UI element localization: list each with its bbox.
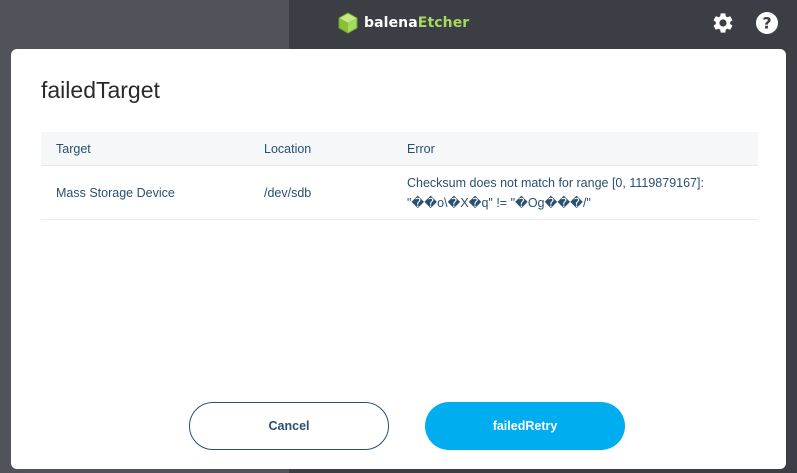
cell-target: Mass Storage Device	[56, 185, 175, 200]
column-header-error: Error	[407, 141, 435, 156]
column-header-target: Target	[56, 141, 91, 156]
table-row: Mass Storage Device /dev/sdb Checksum do…	[41, 165, 758, 220]
cell-location: /dev/sdb	[264, 185, 312, 200]
column-header-location: Location	[264, 141, 312, 156]
cell-error: Checksum does not match for range [0, 11…	[392, 173, 758, 213]
modal-title: failedTarget	[41, 77, 160, 103]
error-line-2: "��o\�X�q" != "�Og���/"	[407, 195, 591, 210]
failed-targets-table: Target Location Error Mass Storage Devic…	[41, 132, 758, 220]
failed-target-modal: failedTarget Target Location Error Mass …	[11, 49, 786, 469]
table-header-row: Target Location Error	[41, 132, 758, 165]
help-button[interactable]: ?	[755, 11, 779, 35]
settings-button[interactable]	[711, 11, 735, 35]
help-icon: ?	[756, 12, 778, 34]
retry-button[interactable]: failedRetry	[425, 402, 625, 450]
error-line-1: Checksum does not match for range [0, 11…	[407, 175, 704, 190]
app-brand-name: balenaEtcher	[364, 15, 470, 31]
cancel-button[interactable]: Cancel	[189, 402, 389, 450]
cube-logo-icon	[338, 12, 358, 34]
gear-icon	[713, 13, 733, 33]
app-logo: balenaEtcher	[338, 11, 469, 35]
svg-text:?: ?	[762, 14, 771, 33]
